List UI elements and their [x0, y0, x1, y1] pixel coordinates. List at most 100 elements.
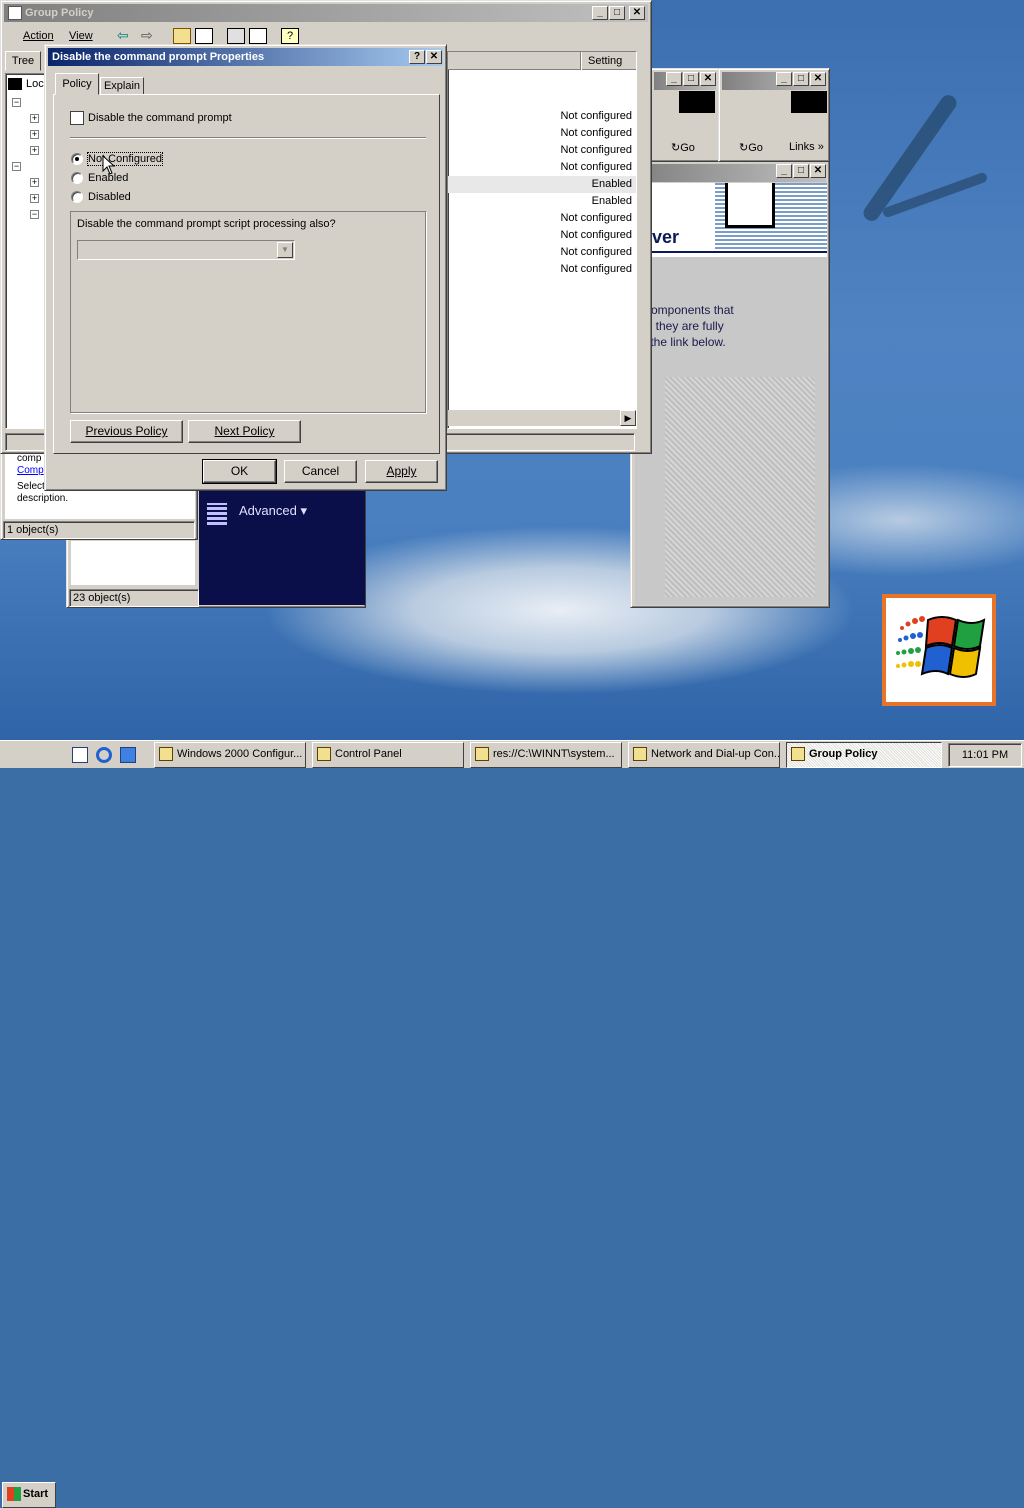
separator — [70, 137, 426, 139]
maximize-button[interactable]: □ — [609, 6, 625, 20]
tree-collapse[interactable]: − — [12, 98, 21, 107]
close-button[interactable]: ✕ — [426, 50, 442, 64]
next-policy-label: Next Policy — [214, 424, 275, 438]
setting-row[interactable]: Not configured — [448, 159, 636, 176]
minimize-button[interactable]: _ — [776, 164, 792, 178]
maximize-button[interactable]: □ — [793, 72, 809, 86]
setting-value: Not configured — [560, 144, 632, 156]
properties-dialog[interactable]: Disable the command prompt Properties ? … — [44, 44, 447, 491]
tab-policy[interactable]: Policy — [55, 73, 99, 95]
advanced-label[interactable]: Advanced ▾ — [239, 503, 307, 519]
computer-icon — [8, 78, 22, 90]
export-icon[interactable] — [249, 28, 267, 44]
ok-button[interactable]: OK — [202, 459, 277, 484]
tree-expand[interactable]: + — [30, 178, 39, 187]
radio-not-configured[interactable] — [71, 153, 83, 165]
inactive-window-2[interactable]: _ □ ✕ ↻Go Links » — [718, 68, 830, 162]
forward-arrow-icon[interactable]: ⇨ — [141, 27, 153, 44]
inactive-window-1[interactable]: _ □ ✕ ↻Go — [650, 68, 720, 162]
minimize-button[interactable]: _ — [592, 6, 608, 20]
back-arrow-icon[interactable]: ⇦ — [117, 27, 129, 44]
minimize-button[interactable]: _ — [776, 72, 792, 86]
links-label: Links — [789, 141, 815, 153]
properties-icon[interactable] — [227, 28, 245, 44]
tree-collapse[interactable]: − — [12, 162, 21, 171]
scroll-right-arrow[interactable]: ▶ — [620, 410, 636, 426]
setting-value: Not configured — [560, 110, 632, 122]
cancel-button[interactable]: Cancel — [284, 460, 357, 483]
column-header-divider[interactable] — [580, 52, 582, 70]
settings-list-pane[interactable]: Setting Not configured Not configured Not … — [447, 51, 637, 429]
close-button[interactable]: ✕ — [700, 72, 716, 86]
group-policy-titlebar[interactable]: Group Policy — [4, 4, 648, 22]
setting-row[interactable]: Not configured — [448, 125, 636, 142]
quick-launch — [64, 745, 144, 765]
show-hide-tree-icon[interactable] — [195, 28, 213, 44]
tree-tab[interactable]: Tree — [5, 51, 41, 71]
tree-expand[interactable]: + — [30, 130, 39, 139]
go-button[interactable]: ↻Go — [739, 141, 763, 154]
chevron-down-icon[interactable]: ▼ — [277, 242, 293, 258]
desktop-icon[interactable] — [72, 747, 88, 763]
network-status-text: 23 object(s) — [73, 592, 131, 604]
next-policy-button[interactable]: Next Policy — [188, 420, 301, 443]
script-dropdown[interactable]: ▼ — [77, 240, 295, 260]
setting-value: Not configured — [560, 263, 632, 275]
menu-view-label: View — [69, 30, 93, 42]
links-button[interactable]: Links » — [789, 141, 824, 153]
radio-not-configured-label[interactable]: Not Configured — [87, 152, 163, 166]
setting-row[interactable]: Not configured — [448, 210, 636, 227]
taskbar-button[interactable]: Group Policy — [786, 742, 942, 768]
cancel-label: Cancel — [301, 464, 340, 478]
horizontal-scrollbar[interactable]: ▶ — [448, 410, 636, 426]
menu-action[interactable]: Action — [23, 30, 54, 42]
network-status-bar: 23 object(s) — [69, 589, 199, 607]
help-button[interactable]: ? — [409, 50, 425, 64]
advanced-icon — [207, 503, 227, 525]
tree-expand[interactable]: + — [30, 194, 39, 203]
control-panel-status-text: 1 object(s) — [7, 524, 59, 536]
tree-collapse[interactable]: − — [30, 210, 39, 219]
previous-policy-label: Previous Policy — [85, 424, 168, 438]
taskbar-button[interactable]: Network and Dial-up Con... — [628, 742, 780, 768]
maximize-button[interactable]: □ — [683, 72, 699, 86]
setting-row[interactable]: Enabled — [448, 193, 636, 210]
dialog-titlebar[interactable]: Disable the command prompt Properties — [48, 48, 443, 66]
maximize-button[interactable]: □ — [793, 164, 809, 178]
menu-view[interactable]: View — [69, 30, 93, 42]
go-button[interactable]: ↻Go — [671, 141, 695, 154]
browser-window[interactable]: _ □ ✕ erver d components that ore they a… — [630, 160, 830, 608]
setting-row[interactable]: Not configured — [448, 261, 636, 278]
tab-explain[interactable]: Explain — [100, 77, 144, 95]
tree-pane[interactable]: Loca − + + + − + + − — [5, 73, 50, 429]
clock[interactable]: 11:01 PM — [962, 749, 1008, 761]
column-header-setting[interactable]: Setting — [448, 52, 636, 70]
up-folder-icon[interactable] — [173, 28, 191, 44]
tree-expand[interactable]: + — [30, 146, 39, 155]
setting-row[interactable]: Not configured — [448, 108, 636, 125]
ie-icon[interactable] — [96, 747, 112, 763]
setting-row[interactable]: Not configured — [448, 142, 636, 159]
close-button[interactable]: ✕ — [629, 6, 645, 20]
setting-row[interactable]: Not configured — [448, 227, 636, 244]
close-button[interactable]: ✕ — [810, 72, 826, 86]
minimize-button[interactable]: _ — [666, 72, 682, 86]
help-icon[interactable]: ? — [281, 28, 299, 44]
outlook-icon[interactable] — [120, 747, 136, 763]
system-tray: 11:01 PM — [948, 743, 1022, 767]
taskbar-button[interactable]: res://C:\WINNT\system... — [470, 742, 622, 768]
taskbar-button[interactable]: Windows 2000 Configur... — [154, 742, 306, 768]
apply-button[interactable]: Apply — [365, 460, 438, 483]
setting-row[interactable]: Not configured — [448, 244, 636, 261]
close-button[interactable]: ✕ — [810, 164, 826, 178]
taskbar-button[interactable]: Control Panel — [312, 742, 464, 768]
setting-row[interactable]: Enabled — [448, 176, 636, 193]
start-button[interactable]: Start — [2, 1482, 56, 1508]
radio-disabled-label[interactable]: Disabled — [88, 191, 131, 203]
tree-expand[interactable]: + — [30, 114, 39, 123]
radio-disabled[interactable] — [71, 191, 83, 203]
network-dark-panel: Advanced ▾ — [199, 491, 365, 605]
radio-enabled[interactable] — [71, 172, 83, 184]
group-policy-title: Group Policy — [25, 7, 94, 19]
previous-policy-button[interactable]: Previous Policy — [70, 420, 183, 443]
